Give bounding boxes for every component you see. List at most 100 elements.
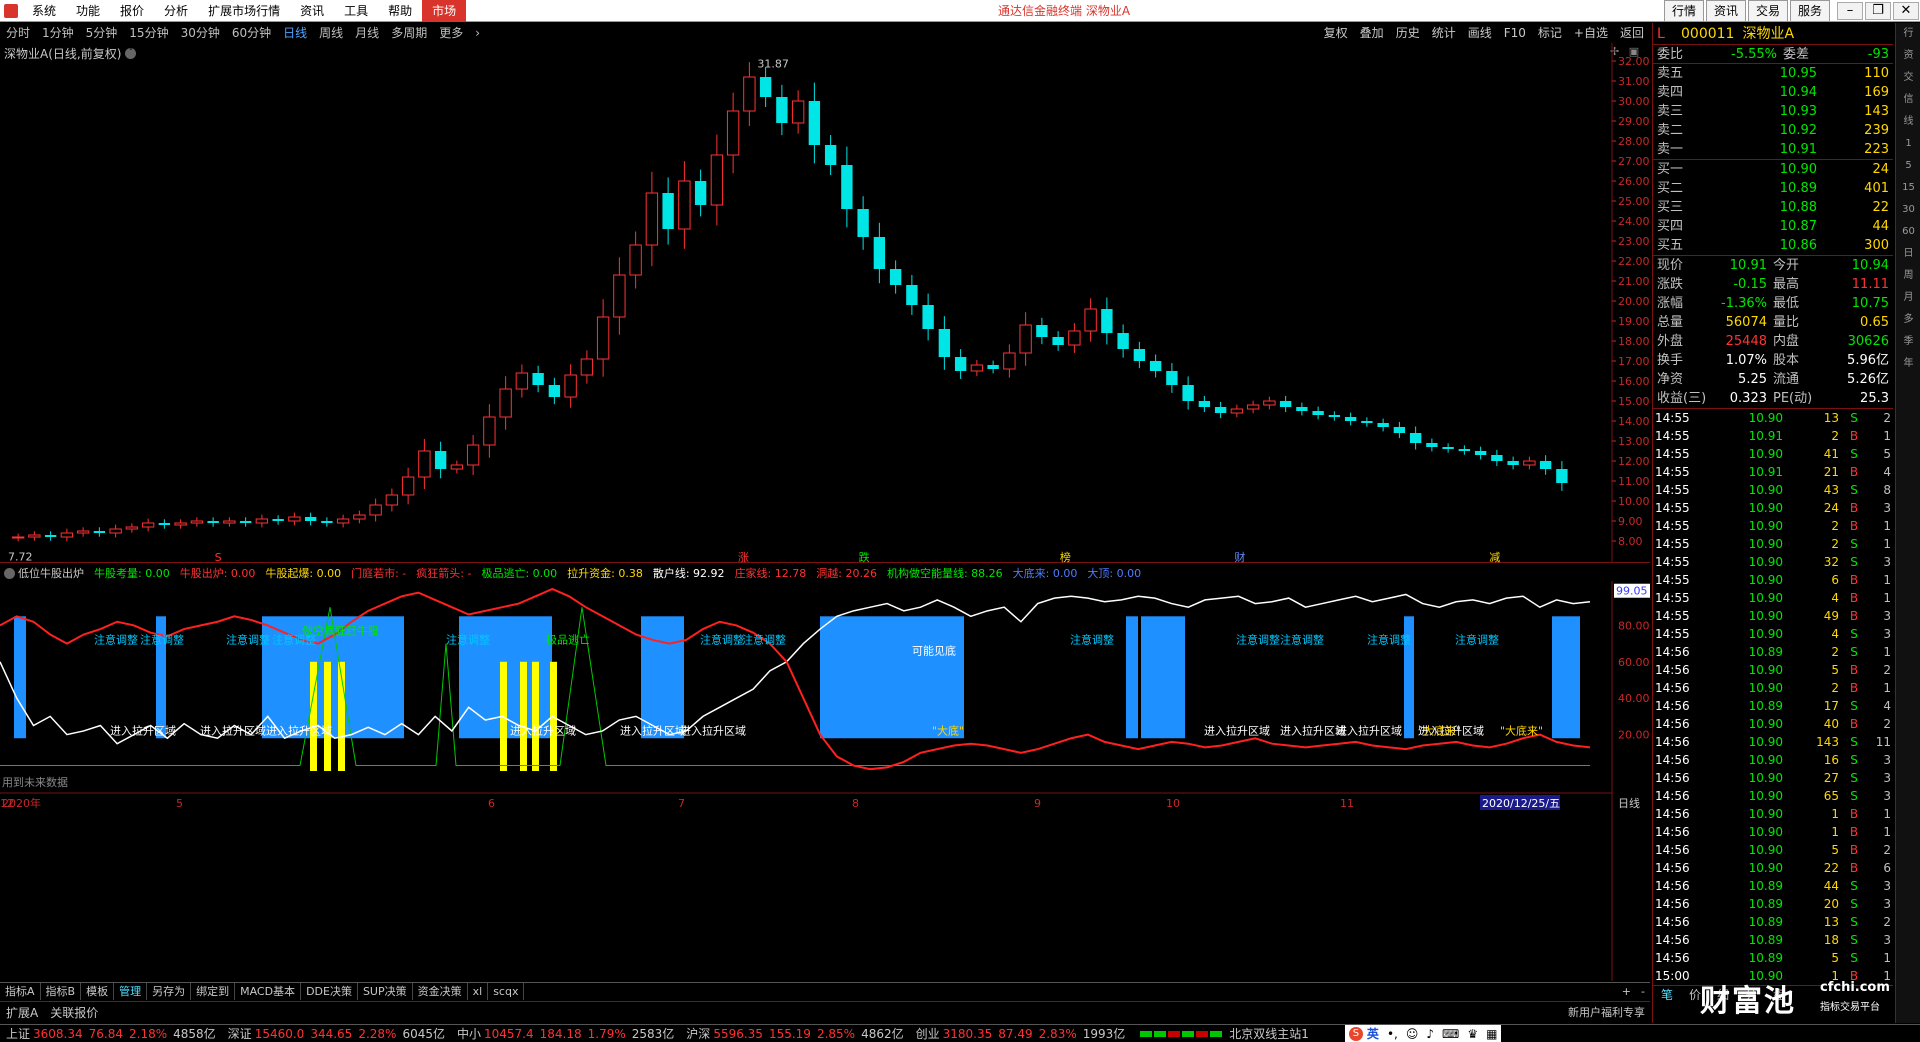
chart-button-0[interactable]: 复权 bbox=[1318, 23, 1354, 43]
sidebar-item-1[interactable]: 资 bbox=[1896, 45, 1920, 67]
tab-related-quote[interactable]: 关联报价 bbox=[44, 1004, 104, 1021]
indicator-menu-icon[interactable] bbox=[4, 567, 15, 579]
sidebar-item-14[interactable]: 季 bbox=[1896, 331, 1920, 353]
period-7[interactable]: 周线 bbox=[313, 23, 349, 43]
sidebar-item-15[interactable]: 年 bbox=[1896, 353, 1920, 375]
period-6[interactable]: 日线 bbox=[277, 23, 313, 43]
index-ticker[interactable]: 上证 3608.34 76.84 2.18% 4858亿 bbox=[0, 1025, 222, 1042]
apps-icon[interactable]: ▦ bbox=[1486, 1027, 1497, 1041]
index-ticker[interactable]: 沪深 5596.35 155.19 2.85% 4862亿 bbox=[680, 1025, 909, 1042]
event-mark[interactable]: 涨 bbox=[738, 551, 749, 563]
menu-item-1[interactable]: 功能 bbox=[66, 0, 110, 22]
index-ticker[interactable]: 中小 10457.4 184.18 1.79% 2583亿 bbox=[451, 1025, 680, 1042]
period-5[interactable]: 60分钟 bbox=[226, 23, 277, 43]
tab-extend-a[interactable]: 扩展A bbox=[0, 1004, 44, 1021]
sidebar-item-12[interactable]: 月 bbox=[1896, 287, 1920, 309]
menu-item-4[interactable]: 扩展市场行情 bbox=[198, 0, 290, 22]
tab-5[interactable]: 绑定到 bbox=[191, 983, 236, 1000]
menu-item-5[interactable]: 资讯 bbox=[290, 0, 334, 22]
sidebar-item-9[interactable]: 60 bbox=[1896, 221, 1920, 243]
sidebar-item-11[interactable]: 周 bbox=[1896, 265, 1920, 287]
period-10[interactable]: 更多 bbox=[433, 23, 469, 43]
sidebar-item-13[interactable]: 多 bbox=[1896, 309, 1920, 331]
sidebar-item-0[interactable]: 行 bbox=[1896, 23, 1920, 45]
candle bbox=[1149, 354, 1162, 378]
tab-2[interactable]: 模板 bbox=[81, 983, 115, 1000]
menu-item-3[interactable]: 分析 bbox=[154, 0, 198, 22]
event-mark[interactable]: 榜 bbox=[1060, 550, 1071, 563]
chart-button-5[interactable]: F10 bbox=[1498, 23, 1532, 43]
sidebar-item-4[interactable]: 线 bbox=[1896, 111, 1920, 133]
chart-button-1[interactable]: 叠加 bbox=[1354, 23, 1390, 43]
period-4[interactable]: 30分钟 bbox=[175, 23, 226, 43]
ime-toolbar[interactable]: S 英 •, ☺ ♪ ⌨ ♛ ▦ bbox=[1344, 1024, 1502, 1042]
keyboard-icon[interactable]: ⌨ bbox=[1442, 1027, 1459, 1041]
smile-icon[interactable]: ☺ bbox=[1406, 1027, 1419, 1041]
tab-8[interactable]: SUP决策 bbox=[358, 983, 413, 1000]
sidebar-item-2[interactable]: 交 bbox=[1896, 67, 1920, 89]
sidebar-item-10[interactable]: 日 bbox=[1896, 243, 1920, 265]
sidebar-item-5[interactable]: 1 bbox=[1896, 133, 1920, 155]
sidebar-item-3[interactable]: 信 bbox=[1896, 89, 1920, 111]
tab-0[interactable]: 指标A bbox=[0, 983, 41, 1000]
menu-item-0[interactable]: 系统 bbox=[22, 0, 66, 22]
candlestick-chart[interactable]: 32.00 31.00 30.00 29.00 28.00 27.00 26.00 25.00… bbox=[0, 43, 1650, 563]
tab-7[interactable]: DDE决策 bbox=[301, 983, 358, 1000]
ime-punct-icon[interactable]: •, bbox=[1387, 1027, 1398, 1041]
index-ticker[interactable]: 深证 15460.0 344.65 2.28% 6045亿 bbox=[222, 1025, 451, 1042]
chart-button-3[interactable]: 统计 bbox=[1426, 23, 1462, 43]
period-0[interactable]: 分时 bbox=[0, 23, 36, 43]
tab-1[interactable]: 指标B bbox=[41, 983, 82, 1000]
sidebar-item-8[interactable]: 30 bbox=[1896, 199, 1920, 221]
event-mark[interactable]: 减 bbox=[1489, 551, 1500, 563]
close-icon[interactable]: ✕ bbox=[1893, 1, 1919, 20]
tab-4[interactable]: 另存为 bbox=[147, 983, 192, 1000]
period-3[interactable]: 15分钟 bbox=[123, 23, 174, 43]
chart-button-8[interactable]: 返回 bbox=[1614, 23, 1650, 43]
event-mark[interactable]: S bbox=[215, 551, 222, 563]
period-1[interactable]: 1分钟 bbox=[36, 23, 80, 43]
minimize-icon[interactable]: – bbox=[1837, 1, 1863, 20]
period-2[interactable]: 5分钟 bbox=[80, 23, 124, 43]
menu-item-6[interactable]: 工具 bbox=[334, 0, 378, 22]
main-chart-panel[interactable]: 深物业A(日线,前复权) ˅ ✢ ▣ 32.00 31.00 30.00 29.00 2… bbox=[0, 43, 1650, 563]
index-ticker[interactable]: 创业 3180.35 87.49 2.83% 1993亿 bbox=[910, 1025, 1132, 1042]
menu-item-7[interactable]: 帮助 bbox=[378, 0, 422, 22]
indicator-panel[interactable]: 99.05 80.00 60.00 40.00 20.00 注意调整 注意调整 注意调整 注意调… bbox=[0, 581, 1650, 981]
indicator-chart[interactable]: 99.0580.0060.0040.0020.00注意调整 注意调整 注意调整 注意调… bbox=[0, 581, 1650, 981]
tab-10[interactable]: xl bbox=[468, 983, 489, 1000]
zoom-out-button[interactable]: - bbox=[1636, 983, 1650, 1000]
shirt-icon[interactable]: ♛ bbox=[1467, 1027, 1478, 1041]
sidebar-item-7[interactable]: 15 bbox=[1896, 177, 1920, 199]
menu-item-8[interactable]: 市场 bbox=[422, 0, 467, 22]
tab-3[interactable]: 管理 bbox=[114, 983, 148, 1000]
quote-tab-0[interactable]: 笔 bbox=[1653, 986, 1681, 1003]
promo-text[interactable]: 新用户福利专享 bbox=[1568, 1004, 1645, 1020]
top-button-3[interactable]: 服务 bbox=[1789, 0, 1830, 22]
sidebar-item-6[interactable]: 5 bbox=[1896, 155, 1920, 177]
mic-icon[interactable]: ♪ bbox=[1426, 1027, 1434, 1041]
tab-11[interactable]: scqx bbox=[488, 983, 525, 1000]
chart-button-2[interactable]: 历史 bbox=[1390, 23, 1426, 43]
top-button-0[interactable]: 行情 bbox=[1663, 0, 1704, 22]
zoom-in-button[interactable]: + bbox=[1617, 983, 1636, 1000]
candle bbox=[938, 316, 951, 370]
top-button-1[interactable]: 资讯 bbox=[1705, 0, 1746, 22]
tab-6[interactable]: MACD基本 bbox=[235, 983, 302, 1000]
restore-icon[interactable]: ❐ bbox=[1865, 1, 1891, 20]
chart-button-4[interactable]: 画线 bbox=[1462, 23, 1498, 43]
server-name[interactable]: 北京双线主站1 bbox=[1223, 1025, 1315, 1042]
menu-item-2[interactable]: 报价 bbox=[110, 0, 154, 22]
ime-mode[interactable]: 英 bbox=[1367, 1025, 1379, 1042]
chart-button-6[interactable]: 标记 bbox=[1532, 23, 1568, 43]
period-8[interactable]: 月线 bbox=[349, 23, 385, 43]
top-button-2[interactable]: 交易 bbox=[1747, 0, 1788, 22]
candle bbox=[1393, 421, 1406, 439]
chart-button-7[interactable]: +自选 bbox=[1568, 23, 1614, 43]
event-mark[interactable]: 财 bbox=[1234, 550, 1245, 563]
period-9[interactable]: 多周期 bbox=[385, 23, 433, 43]
event-mark[interactable]: 跌 bbox=[859, 550, 870, 563]
tick-list[interactable]: 14:55 10.90 13 S 2 14:55 10.91 2 B 1 14:55 10.90 41 S… bbox=[1653, 409, 1893, 985]
tab-9[interactable]: 资金决策 bbox=[413, 983, 468, 1000]
chevron-right-icon[interactable]: › bbox=[469, 23, 486, 43]
